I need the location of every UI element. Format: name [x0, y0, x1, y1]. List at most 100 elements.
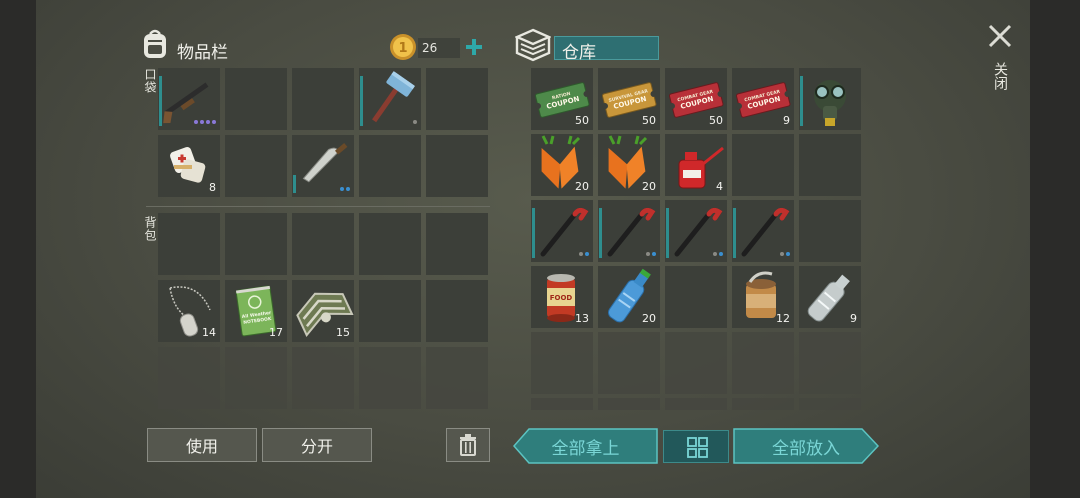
close-button[interactable]: 关闭	[984, 22, 1016, 102]
screen-edge-left	[0, 0, 36, 498]
backpack-slot[interactable]	[292, 347, 354, 409]
backpack-slot[interactable]	[225, 213, 287, 275]
storage-slot[interactable]: 20	[531, 134, 593, 196]
storage-slot[interactable]	[799, 134, 861, 196]
backpack-slot[interactable]	[426, 213, 488, 275]
pocket-slot[interactable]	[158, 68, 220, 130]
item-quantity: 50	[575, 114, 589, 127]
storage-slot[interactable]	[799, 200, 861, 262]
item-quantity: 50	[709, 114, 723, 127]
coin-icon: 1	[388, 32, 418, 66]
backpack-label: 背包	[143, 216, 157, 242]
storage-slot[interactable]	[531, 200, 593, 262]
storage-box-icon	[514, 28, 552, 66]
rarity-dots	[780, 252, 790, 256]
backpack-slot[interactable]	[426, 347, 488, 409]
backpack-slot[interactable]	[426, 280, 488, 342]
storage-slot[interactable]: 12	[732, 266, 794, 328]
backpack-icon	[140, 28, 170, 64]
section-divider	[146, 206, 490, 207]
item-quantity: 14	[202, 326, 216, 339]
take-all-button[interactable]: 全部拿上	[513, 428, 658, 464]
storage-slot[interactable]	[665, 398, 727, 410]
storage-slot[interactable]	[732, 332, 794, 394]
pocket-slot[interactable]	[292, 68, 354, 130]
item-quantity: 8	[209, 181, 216, 194]
pocket-slot[interactable]	[292, 135, 354, 197]
sort-button[interactable]	[663, 430, 729, 463]
storage-slot[interactable]	[732, 398, 794, 410]
backpack-slot[interactable]	[359, 347, 421, 409]
discard-button[interactable]	[446, 428, 490, 462]
svg-text:FOOD: FOOD	[550, 294, 573, 302]
storage-slot[interactable]	[598, 200, 660, 262]
storage-title: 仓库	[562, 43, 596, 63]
add-coins-button[interactable]	[460, 34, 488, 60]
grid-sort-icon	[687, 437, 708, 458]
pocket-slot[interactable]	[426, 68, 488, 130]
inventory-title: 物品栏	[177, 43, 228, 63]
item-quantity: 4	[716, 180, 723, 193]
storage-slot[interactable]: 20	[598, 134, 660, 196]
item-quantity: 20	[642, 180, 656, 193]
backpack-slot[interactable]	[359, 213, 421, 275]
backpack-slot[interactable]	[158, 347, 220, 409]
storage-slot[interactable]: COMBAT GEAR COUPON 50	[665, 68, 727, 130]
use-button[interactable]: 使用	[147, 428, 257, 462]
item-quantity: 20	[575, 180, 589, 193]
storage-slot[interactable]: RATION COUPON 50	[531, 68, 593, 130]
storage-slot[interactable]: SURVIVAL GEAR COUPON 50	[598, 68, 660, 130]
item-quantity: 17	[269, 326, 283, 339]
pocket-slot[interactable]	[359, 68, 421, 130]
storage-slot[interactable]	[531, 332, 593, 394]
rarity-dots	[646, 252, 656, 256]
item-quantity: 20	[642, 312, 656, 325]
coin-count: 26	[418, 38, 460, 58]
backpack-slot[interactable]: 14	[158, 280, 220, 342]
close-icon	[988, 24, 1012, 48]
backpack-slot[interactable]: 15	[292, 280, 354, 342]
storage-slot[interactable]: COMBAT GEAR COUPON 9	[732, 68, 794, 130]
storage-slot[interactable]: 4	[665, 134, 727, 196]
plus-icon	[466, 39, 482, 55]
pocket-slot[interactable]	[225, 135, 287, 197]
item-quantity: 9	[783, 114, 790, 127]
backpack-slot[interactable]	[359, 280, 421, 342]
split-button[interactable]: 分开	[262, 428, 372, 462]
rarity-dots	[413, 120, 417, 124]
storage-slot[interactable]	[531, 398, 593, 410]
storage-slot[interactable]	[732, 134, 794, 196]
screen-edge-right	[1030, 0, 1080, 498]
pocket-slot[interactable]	[426, 135, 488, 197]
storage-slot[interactable]	[598, 332, 660, 394]
trash-icon	[460, 434, 476, 456]
put-all-button[interactable]: 全部放入	[733, 428, 879, 464]
rarity-dots	[713, 252, 723, 256]
storage-slot[interactable]: FOOD 13	[531, 266, 593, 328]
rarity-dots	[579, 252, 589, 256]
backpack-slot[interactable]: All Weather NOTEBOOK 17	[225, 280, 287, 342]
close-label: 关闭	[992, 62, 1008, 90]
storage-slot[interactable]	[665, 200, 727, 262]
item-quantity: 12	[776, 312, 790, 325]
storage-slot[interactable]	[665, 332, 727, 394]
storage-slot[interactable]	[665, 266, 727, 328]
put-all-label: 全部放入	[772, 438, 840, 459]
storage-slot[interactable]	[799, 332, 861, 394]
rarity-dots	[194, 120, 216, 124]
storage-slot[interactable]: 20	[598, 266, 660, 328]
storage-slot[interactable]: 9	[799, 266, 861, 328]
pocket-slot[interactable]	[225, 68, 287, 130]
backpack-slot[interactable]	[225, 347, 287, 409]
storage-slot[interactable]	[732, 200, 794, 262]
item-quantity: 50	[642, 114, 656, 127]
pocket-label: 口袋	[143, 68, 157, 94]
backpack-slot[interactable]	[292, 213, 354, 275]
backpack-slot[interactable]	[158, 213, 220, 275]
storage-slot[interactable]	[799, 398, 861, 410]
storage-slot[interactable]	[799, 68, 861, 130]
storage-slot[interactable]	[598, 398, 660, 410]
pocket-slot[interactable]: 8	[158, 135, 220, 197]
item-quantity: 9	[850, 312, 857, 325]
pocket-slot[interactable]	[359, 135, 421, 197]
